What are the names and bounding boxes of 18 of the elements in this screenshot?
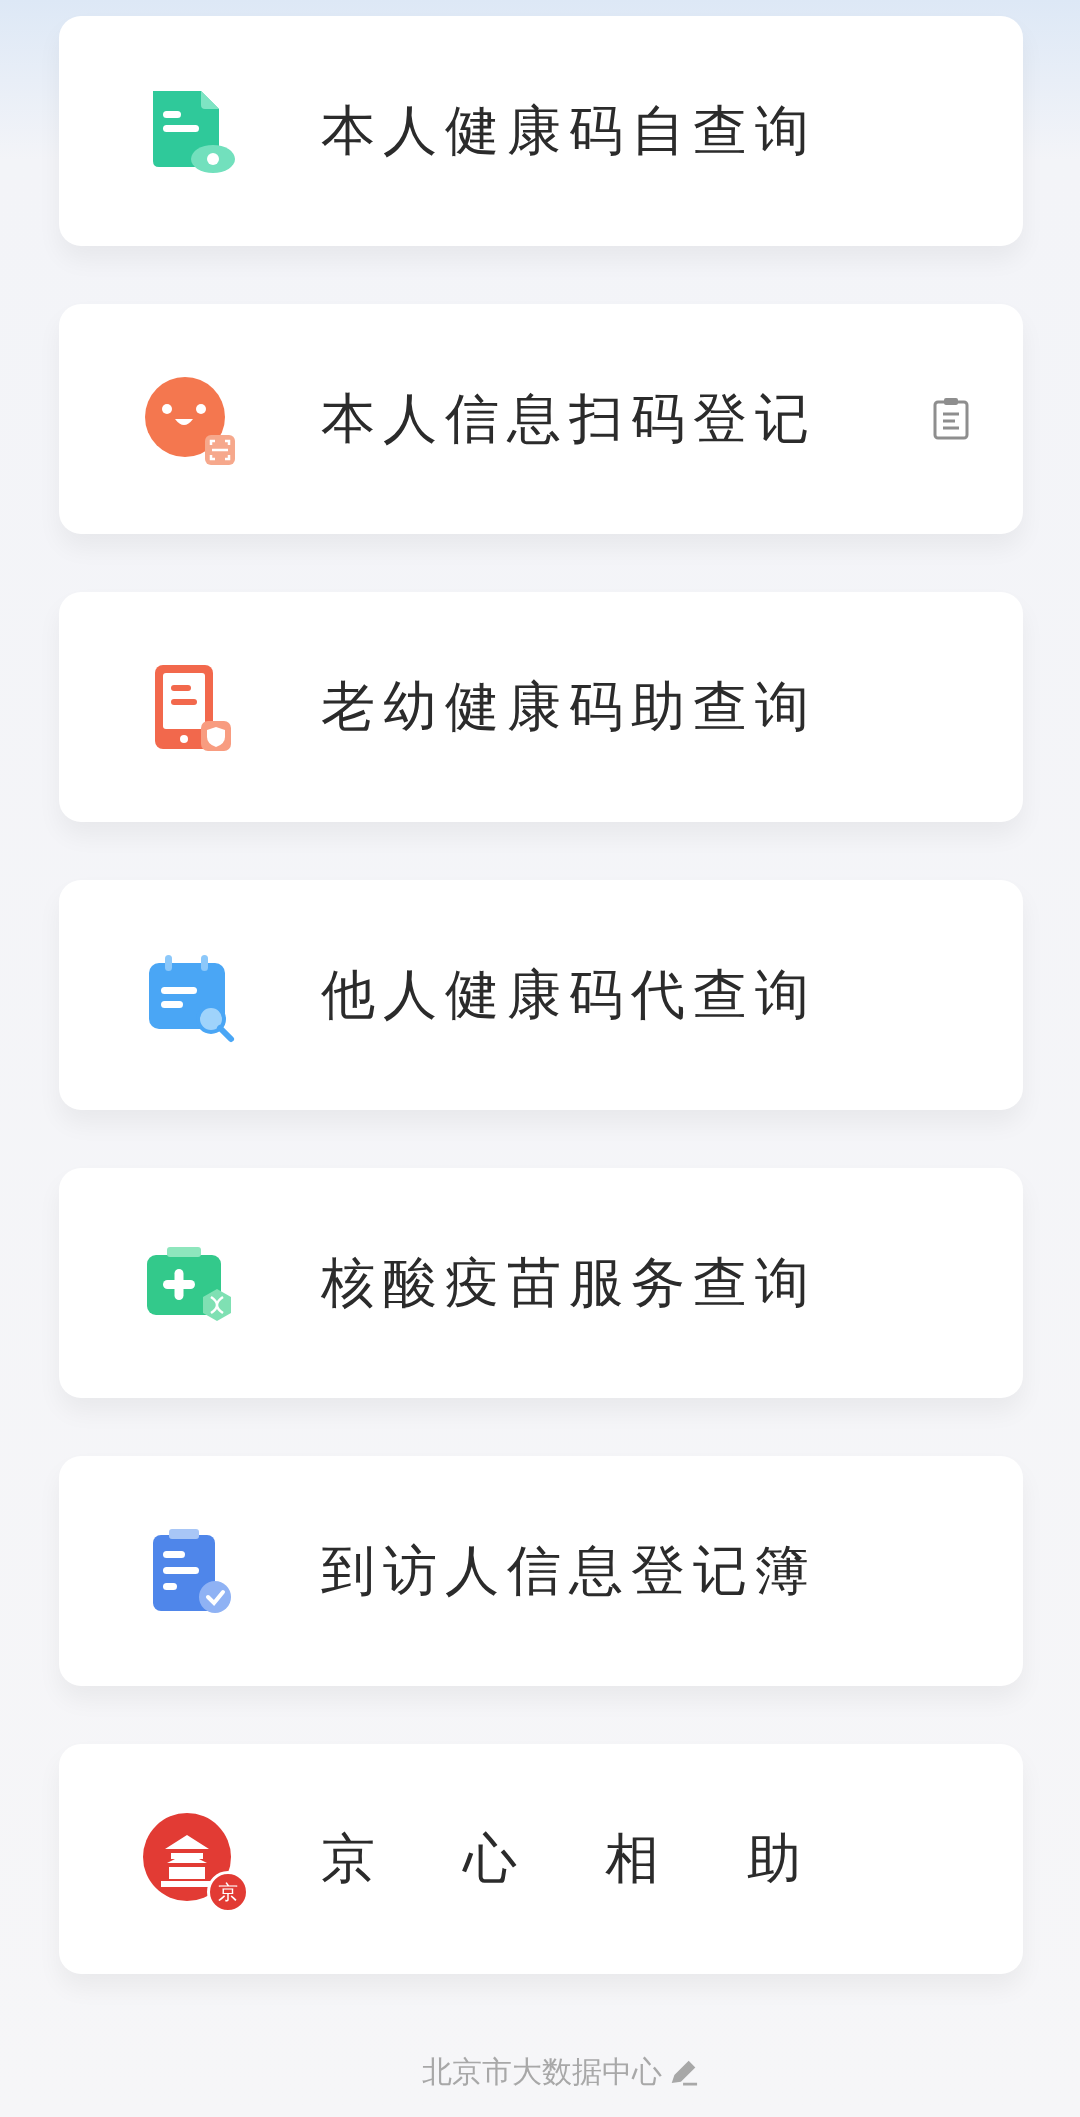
service-label: 京心相助 <box>321 1825 889 1892</box>
service-card[interactable]: 本人信息扫码登记 <box>59 304 1023 534</box>
badge: 京 <box>207 1871 249 1913</box>
service-card[interactable]: 核酸疫苗服务查询 <box>59 1168 1023 1398</box>
service-card[interactable]: 他人健康码代查询 <box>59 880 1023 1110</box>
service-card[interactable]: 老幼健康码助查询 <box>59 592 1023 822</box>
service-card[interactable]: 京 京心相助 <box>59 1744 1023 1974</box>
service-label: 老幼健康码助查询 <box>321 673 817 740</box>
service-card[interactable]: 到访人信息登记簿 <box>59 1456 1023 1686</box>
service-label: 他人健康码代查询 <box>321 961 817 1028</box>
service-label: 本人健康码自查询 <box>321 97 817 164</box>
service-label: 到访人信息登记簿 <box>321 1537 817 1604</box>
service-label: 本人信息扫码登记 <box>321 385 817 452</box>
service-label: 核酸疫苗服务查询 <box>321 1249 817 1316</box>
clipboard-icon[interactable] <box>931 396 971 442</box>
pencil-icon <box>670 2058 698 2087</box>
footer-text: 北京市大数据中心 <box>422 2053 662 2091</box>
service-card[interactable]: 本人健康码自查询 <box>59 16 1023 246</box>
